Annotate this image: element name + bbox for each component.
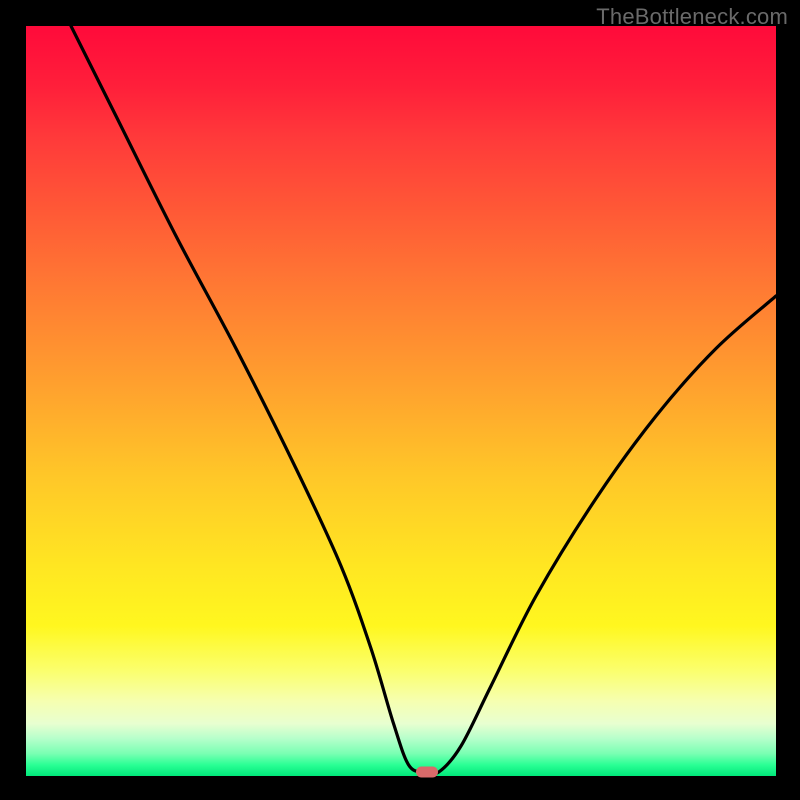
- chart-frame: TheBottleneck.com: [0, 0, 800, 800]
- bottleneck-curve: [71, 26, 776, 775]
- plot-area: [26, 26, 776, 776]
- watermark-text: TheBottleneck.com: [596, 4, 788, 30]
- optimal-marker: [416, 766, 438, 777]
- curve-layer: [26, 26, 776, 776]
